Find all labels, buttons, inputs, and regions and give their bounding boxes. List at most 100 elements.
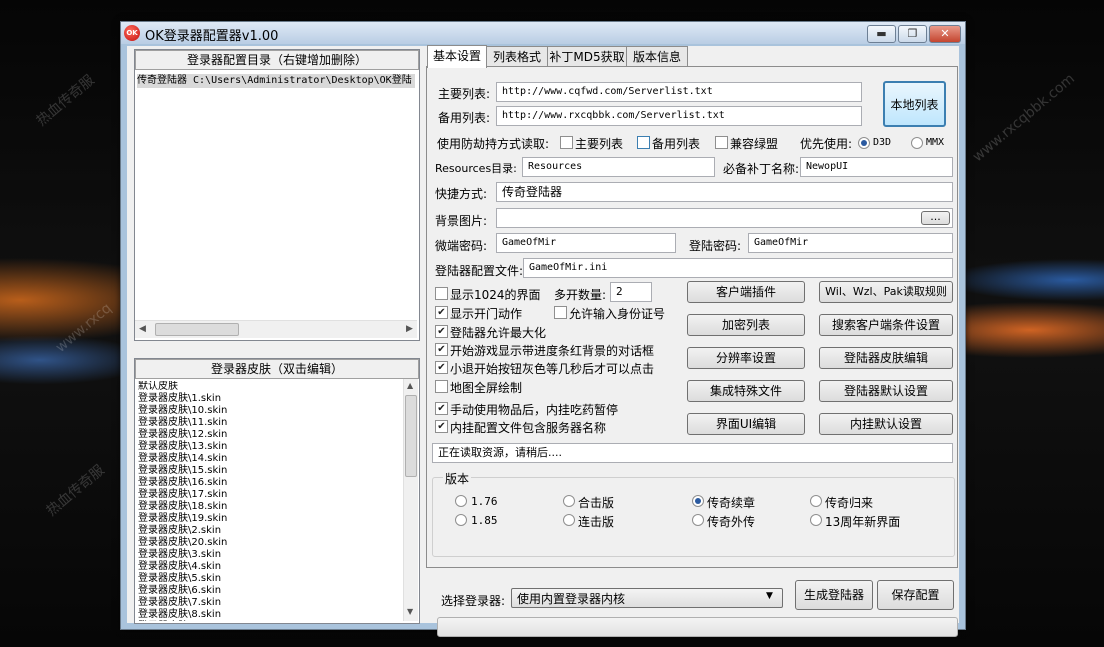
- version-radio-guilai[interactable]: [810, 495, 822, 507]
- special-files-button[interactable]: 集成特殊文件: [687, 380, 805, 402]
- config-file-input[interactable]: GameOfMir.ini: [523, 258, 953, 278]
- title-bar[interactable]: OK OK登录器配置器v1.00 ▬ ❐ ✕: [121, 22, 965, 44]
- include-server-label: 内挂配置文件包含服务器名称: [450, 421, 607, 435]
- config-list-panel: 登录器配置目录（右键增加删除） 传奇登陆器 C:\Users\Administr…: [134, 49, 420, 341]
- shortcut-input[interactable]: 传奇登陆器: [496, 182, 953, 202]
- version-label-13th: 13周年新界面: [825, 515, 901, 529]
- mmx-radio[interactable]: [911, 137, 923, 149]
- skin-list-item[interactable]: 默认皮肤: [138, 381, 402, 393]
- skin-list-item[interactable]: 登录器皮肤\13.skin: [138, 441, 402, 453]
- d3d-radio[interactable]: [858, 137, 870, 149]
- skin-list[interactable]: 默认皮肤 登录器皮肤\1.skin 登录器皮肤\10.skin 登录器皮肤\11.sk…: [138, 381, 402, 621]
- show-door-checkbox[interactable]: ✔: [435, 306, 448, 319]
- shortcut-label: 快捷方式:: [435, 187, 488, 201]
- skin-list-item[interactable]: 登录器皮肤\14.skin: [138, 453, 402, 465]
- resolution-button[interactable]: 分辨率设置: [687, 347, 805, 369]
- search-client-button[interactable]: 搜索客户端条件设置: [819, 314, 953, 336]
- show1024-checkbox[interactable]: [435, 287, 448, 300]
- show-door-label: 显示开门动作: [450, 307, 523, 321]
- version-group-title: 版本: [443, 470, 472, 487]
- vscroll-thumb[interactable]: [405, 395, 417, 477]
- client-plugin-button[interactable]: 客户端插件: [687, 281, 805, 303]
- backup-list-checkbox[interactable]: [637, 136, 650, 149]
- backup-list-input[interactable]: http://www.rxcqbbk.com/Serverlist.txt: [496, 106, 862, 126]
- skin-list-item[interactable]: 登录器皮肤\6.skin: [138, 585, 402, 597]
- compat-checkbox[interactable]: [715, 136, 728, 149]
- tab-basic-settings[interactable]: 基本设置: [427, 45, 487, 68]
- include-server-checkbox[interactable]: ✔: [435, 420, 448, 433]
- version-radio-xuzhang[interactable]: [692, 495, 704, 507]
- main-list-checkbox[interactable]: [560, 136, 573, 149]
- scroll-left-icon[interactable]: ◀: [139, 324, 146, 334]
- scroll-down-icon[interactable]: ▼: [407, 607, 413, 616]
- version-radio-waizhuan[interactable]: [692, 514, 704, 526]
- skin-list-item[interactable]: 登录器皮肤\19.skin: [138, 513, 402, 525]
- version-radio-176[interactable]: [455, 495, 467, 507]
- skin-list-item[interactable]: 登录器皮肤\18.skin: [138, 501, 402, 513]
- resources-input[interactable]: Resources: [522, 157, 715, 177]
- select-launcher-label: 选择登录器:: [441, 594, 506, 608]
- config-list-item[interactable]: 传奇登陆器 C:\Users\Administrator\Desktop\OK登…: [137, 74, 415, 88]
- skin-list-item[interactable]: 登录器皮肤\20.skin: [138, 537, 402, 549]
- version-radio-heji[interactable]: [563, 495, 575, 507]
- skin-list-item[interactable]: 登录器皮肤\8.skin: [138, 609, 402, 621]
- bg-image-input[interactable]: [496, 208, 953, 228]
- hang-default-button[interactable]: 内挂默认设置: [819, 413, 953, 435]
- ui-edit-button[interactable]: 界面UI编辑: [687, 413, 805, 435]
- config-hscrollbar[interactable]: ◀ ▶: [135, 320, 417, 338]
- maximize-button[interactable]: ❐: [898, 25, 927, 43]
- status-field: 正在读取资源，请稍后....: [432, 443, 953, 463]
- login-default-button[interactable]: 登陆器默认设置: [819, 380, 953, 402]
- allow-id-checkbox[interactable]: [554, 306, 567, 319]
- resources-label: Resources目录:: [435, 162, 517, 175]
- skin-list-item[interactable]: 登录器皮肤\10.skin: [138, 405, 402, 417]
- close-button[interactable]: ✕: [929, 25, 961, 43]
- patch-name-input[interactable]: NewopUI: [800, 157, 953, 177]
- browse-button[interactable]: ...: [921, 211, 950, 225]
- skin-list-item[interactable]: 登录器皮肤\4.skin: [138, 561, 402, 573]
- gray-button-checkbox[interactable]: ✔: [435, 361, 448, 374]
- allow-max-checkbox[interactable]: ✔: [435, 325, 448, 338]
- skin-list-item[interactable]: 登录器皮肤\1.skin: [138, 393, 402, 405]
- version-label-176: 1.76: [471, 495, 498, 508]
- main-list-checkbox-label: 主要列表: [575, 137, 624, 151]
- tab-patch-md5[interactable]: 补丁MD5获取: [547, 46, 627, 67]
- main-list-input[interactable]: http://www.cqfwd.com/Serverlist.txt: [496, 82, 862, 102]
- skin-list-item[interactable]: 登录器皮肤\3.skin: [138, 549, 402, 561]
- minimize-button[interactable]: ▬: [867, 25, 896, 43]
- skin-list-item[interactable]: 登录器皮肤\17.skin: [138, 489, 402, 501]
- login-pwd-input[interactable]: GameOfMir: [748, 233, 953, 253]
- launcher-select[interactable]: 使用内置登录器内核 ▼: [511, 588, 783, 608]
- skin-edit-button[interactable]: 登陆器皮肤编辑: [819, 347, 953, 369]
- skin-list-item[interactable]: 登录器皮肤\16.skin: [138, 477, 402, 489]
- multi-open-input[interactable]: 2: [610, 282, 652, 302]
- skin-list-item[interactable]: 登录器皮肤\7.skin: [138, 597, 402, 609]
- version-radio-lianji[interactable]: [563, 514, 575, 526]
- tab-list-format[interactable]: 列表格式: [486, 46, 548, 67]
- main-list-label: 主要列表:: [438, 87, 491, 101]
- skin-list-item[interactable]: 登录器皮肤\11.skin: [138, 417, 402, 429]
- scroll-right-icon[interactable]: ▶: [406, 324, 413, 334]
- progress-bar: [437, 617, 958, 637]
- config-list-header: 登录器配置目录（右键增加删除）: [135, 50, 419, 70]
- local-list-button[interactable]: 本地列表: [883, 81, 946, 127]
- progress-dialog-checkbox[interactable]: ✔: [435, 343, 448, 356]
- skin-list-item[interactable]: 登录器皮肤\5.skin: [138, 573, 402, 585]
- version-label-guilai: 传奇归来: [825, 496, 874, 510]
- save-config-button[interactable]: 保存配置: [877, 580, 954, 610]
- skin-list-item[interactable]: 登录器皮肤\12.skin: [138, 429, 402, 441]
- skin-vscrollbar[interactable]: ▲ ▼: [403, 379, 418, 621]
- tab-version-info[interactable]: 版本信息: [626, 46, 688, 67]
- version-radio-185[interactable]: [455, 514, 467, 526]
- encrypt-list-button[interactable]: 加密列表: [687, 314, 805, 336]
- generate-launcher-button[interactable]: 生成登陆器: [795, 580, 873, 610]
- skin-list-item[interactable]: 登录器皮肤\2.skin: [138, 525, 402, 537]
- scroll-up-icon[interactable]: ▲: [407, 381, 413, 390]
- hscroll-thumb[interactable]: [155, 323, 239, 336]
- wil-rule-button[interactable]: Wil、Wzl、Pak读取规则: [819, 281, 953, 303]
- micro-pwd-input[interactable]: GameOfMir: [496, 233, 676, 253]
- version-radio-13th[interactable]: [810, 514, 822, 526]
- skin-list-item[interactable]: 登录器皮肤\15.skin: [138, 465, 402, 477]
- map-full-checkbox[interactable]: [435, 380, 448, 393]
- manual-item-checkbox[interactable]: ✔: [435, 402, 448, 415]
